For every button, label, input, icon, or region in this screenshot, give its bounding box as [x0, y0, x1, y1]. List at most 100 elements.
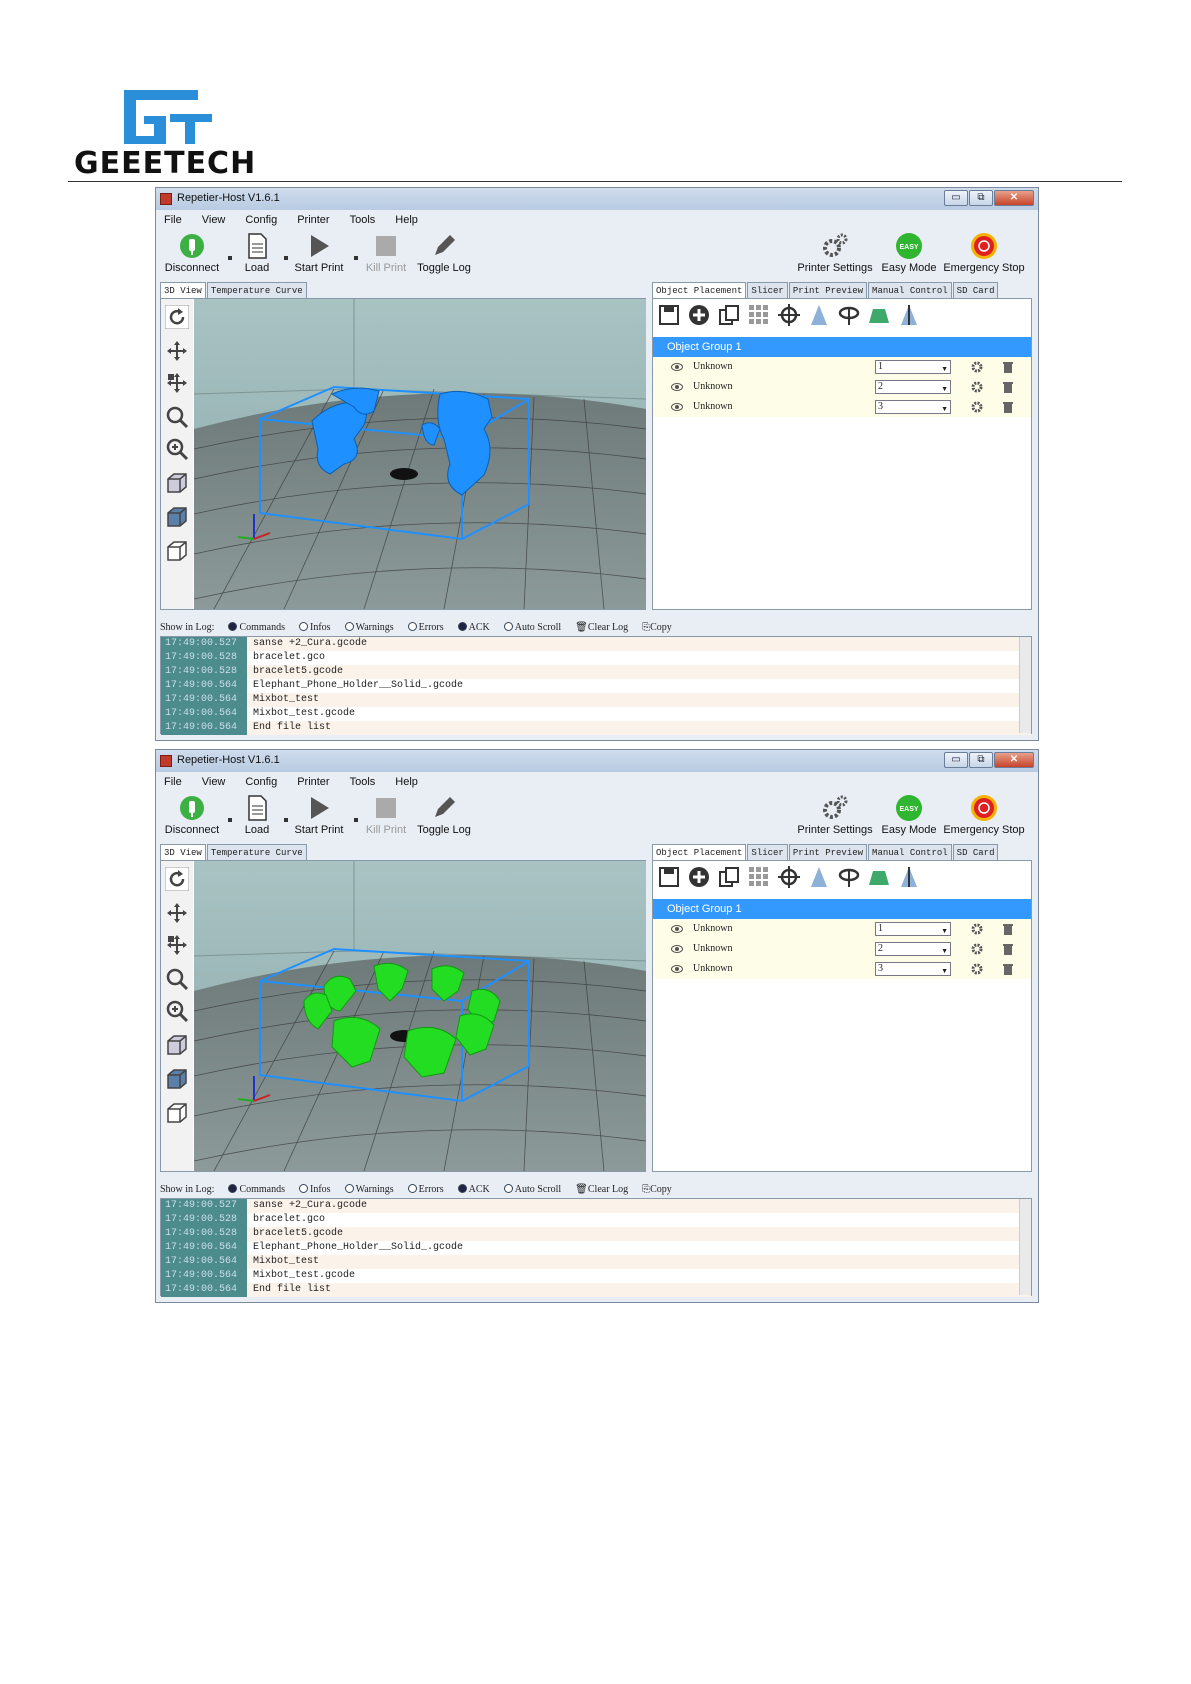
eye-icon[interactable]	[671, 362, 683, 372]
copy-button[interactable]: ⎘Copy	[642, 622, 672, 633]
zoom-icon[interactable]	[165, 405, 189, 429]
copies-select[interactable]: 2 ▼	[875, 942, 951, 956]
warnings-radio[interactable]: Warnings	[344, 1183, 394, 1195]
rotate-icon[interactable]	[165, 867, 189, 891]
menu-printer[interactable]: Printer	[297, 214, 329, 226]
copies-select[interactable]: 3 ▼	[875, 962, 951, 976]
save-icon[interactable]	[657, 303, 681, 327]
menu-printer[interactable]: Printer	[297, 776, 329, 788]
object-row[interactable]: Unknown 1 ▼	[653, 919, 1031, 939]
trash-icon[interactable]	[1003, 401, 1013, 413]
move-icon[interactable]	[165, 339, 189, 363]
close-button[interactable]: ✕	[994, 190, 1034, 206]
easy-mode-button[interactable]: EASY Easy Mode	[878, 794, 940, 836]
copies-select[interactable]: 3 ▼	[875, 400, 951, 414]
isometric-view-icon[interactable]	[165, 1033, 189, 1057]
center-object-icon[interactable]	[777, 865, 801, 889]
copy-object-icon[interactable]	[717, 865, 741, 889]
mirror-icon[interactable]	[837, 303, 861, 327]
menu-help[interactable]: Help	[395, 776, 418, 788]
minimize-button[interactable]: ▭	[944, 190, 968, 206]
errors-radio[interactable]: Errors	[407, 621, 444, 633]
gear-icon[interactable]	[971, 963, 983, 975]
kill-print-button[interactable]: Kill Print	[360, 794, 412, 836]
object-group-row[interactable]: Object Group 1	[653, 899, 1031, 919]
center-object-icon[interactable]	[777, 303, 801, 327]
zoom-fit-icon[interactable]	[165, 437, 189, 461]
land-object-icon[interactable]	[897, 303, 921, 327]
gear-icon[interactable]	[971, 923, 983, 935]
start-print-button[interactable]: Start Print	[288, 794, 350, 836]
add-object-icon[interactable]	[687, 865, 711, 889]
menu-view[interactable]: View	[202, 214, 226, 226]
tab-print-preview[interactable]: Print Preview	[788, 844, 868, 860]
object-row[interactable]: Unknown 1 ▼	[653, 357, 1031, 377]
eye-icon[interactable]	[671, 964, 683, 974]
move-icon[interactable]	[165, 901, 189, 925]
menu-tools[interactable]: Tools	[350, 776, 376, 788]
gear-icon[interactable]	[971, 361, 983, 373]
copies-select[interactable]: 1 ▼	[875, 922, 951, 936]
menu-file[interactable]: File	[164, 214, 182, 226]
infos-radio[interactable]: Infos	[299, 621, 331, 633]
top-view-icon[interactable]	[165, 539, 189, 563]
auto-scroll-radio[interactable]: Auto Scroll	[503, 1183, 561, 1195]
isometric-view-icon[interactable]	[165, 471, 189, 495]
copies-select[interactable]: 1 ▼	[875, 360, 951, 374]
tab-3d-view[interactable]: 3D View	[160, 282, 206, 298]
front-view-icon[interactable]	[165, 1067, 189, 1091]
drop-object-icon[interactable]	[807, 865, 831, 889]
menu-tools[interactable]: Tools	[350, 214, 376, 226]
object-group-row[interactable]: Object Group 1	[653, 337, 1031, 357]
clear-log-button[interactable]: 🗑Clear Log	[575, 1184, 628, 1195]
trash-icon[interactable]	[1003, 963, 1013, 975]
kill-print-button[interactable]: Kill Print	[360, 232, 412, 274]
move-object-icon[interactable]	[165, 371, 189, 395]
maximize-button[interactable]: ⧉	[969, 190, 993, 206]
tab-print-preview[interactable]: Print Preview	[788, 282, 868, 298]
3d-canvas[interactable]	[193, 299, 647, 610]
autoposition-icon[interactable]	[747, 865, 771, 889]
copy-button[interactable]: ⎘Copy	[642, 1184, 672, 1195]
load-button[interactable]: Load	[234, 794, 280, 836]
object-row[interactable]: Unknown 3 ▼	[653, 959, 1031, 979]
infos-radio[interactable]: Infos	[299, 1183, 331, 1195]
toggle-log-button[interactable]: Toggle Log	[412, 794, 476, 836]
tab-sd-card[interactable]: SD Card	[952, 844, 999, 860]
log-scrollbar[interactable]	[1019, 637, 1031, 733]
toggle-log-button[interactable]: Toggle Log	[412, 232, 476, 274]
gear-icon[interactable]	[971, 401, 983, 413]
object-row[interactable]: Unknown 2 ▼	[653, 939, 1031, 959]
drop-object-icon[interactable]	[807, 303, 831, 327]
errors-radio[interactable]: Errors	[407, 1183, 444, 1195]
trash-icon[interactable]	[1003, 361, 1013, 373]
gear-icon[interactable]	[971, 943, 983, 955]
eye-icon[interactable]	[671, 944, 683, 954]
autoposition-icon[interactable]	[747, 303, 771, 327]
menu-config[interactable]: Config	[245, 776, 277, 788]
tab-object-placement[interactable]: Object Placement	[652, 282, 747, 298]
zoom-fit-icon[interactable]	[165, 999, 189, 1023]
zoom-icon[interactable]	[165, 967, 189, 991]
log-scrollbar[interactable]	[1019, 1199, 1031, 1295]
minimize-button[interactable]: ▭	[944, 752, 968, 768]
add-object-icon[interactable]	[687, 303, 711, 327]
auto-scroll-radio[interactable]: Auto Scroll	[503, 621, 561, 633]
printer-settings-button[interactable]: Printer Settings	[794, 232, 876, 274]
tab-3d-view[interactable]: 3D View	[160, 844, 206, 860]
gear-icon[interactable]	[971, 381, 983, 393]
3d-canvas[interactable]	[193, 861, 647, 1172]
ack-radio[interactable]: ACK	[457, 621, 490, 633]
emergency-stop-button[interactable]: Emergency Stop	[940, 232, 1028, 274]
eye-icon[interactable]	[671, 924, 683, 934]
rotate-icon[interactable]	[165, 305, 189, 329]
cut-object-icon[interactable]	[867, 865, 891, 889]
cut-object-icon[interactable]	[867, 303, 891, 327]
disconnect-button[interactable]: Disconnect	[160, 794, 224, 836]
eye-icon[interactable]	[671, 382, 683, 392]
warnings-radio[interactable]: Warnings	[344, 621, 394, 633]
land-object-icon[interactable]	[897, 865, 921, 889]
move-object-icon[interactable]	[165, 933, 189, 957]
tab-object-placement[interactable]: Object Placement	[652, 844, 747, 860]
tab-manual-control[interactable]: Manual Control	[868, 844, 952, 860]
